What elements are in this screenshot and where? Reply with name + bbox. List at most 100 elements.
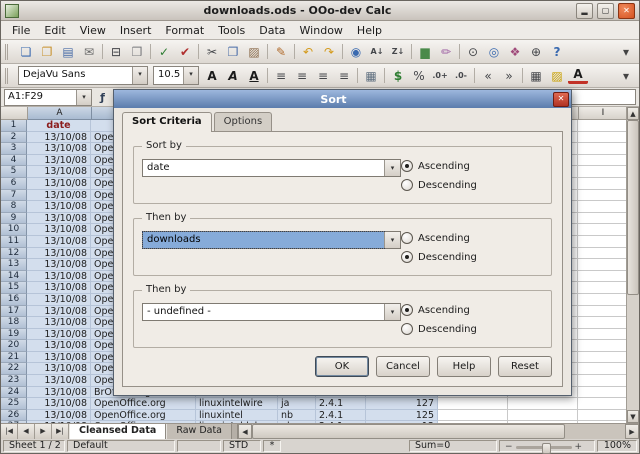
dialog-title-bar[interactable]: Sort ✕	[114, 90, 571, 108]
sheet-tab[interactable]: Cleansed Data	[69, 424, 166, 439]
toolbar-overflow-icon[interactable]: ▾	[616, 67, 636, 85]
email-icon[interactable]: ✉	[79, 43, 99, 61]
background-color-icon[interactable]: ▨	[547, 67, 567, 85]
cell[interactable]: 13/10/08	[27, 201, 91, 213]
cell[interactable]: linuxinteldeb	[196, 421, 278, 423]
row-header[interactable]: 15	[1, 282, 27, 294]
font-name-combobox[interactable]: DejaVu Sans ▾	[18, 66, 148, 85]
row-header[interactable]: 20	[1, 340, 27, 352]
dialog-button[interactable]: Help	[437, 356, 491, 377]
row-header[interactable]: 17	[1, 306, 27, 318]
function-wizard-icon[interactable]: ƒ	[94, 90, 111, 105]
menu-item[interactable]: Help	[350, 23, 389, 38]
merge-cells-icon[interactable]: ▦	[361, 67, 381, 85]
cell[interactable]	[578, 352, 626, 364]
add-decimal-icon[interactable]: .0+	[430, 67, 450, 85]
cell[interactable]	[578, 224, 626, 236]
ascending-label[interactable]: Ascending	[418, 161, 470, 172]
page-style[interactable]: Default	[67, 440, 175, 452]
cell[interactable]: 13/10/08	[27, 143, 91, 155]
cell[interactable]	[578, 155, 626, 167]
cell[interactable]	[578, 363, 626, 375]
save-icon[interactable]: ▤	[58, 43, 78, 61]
percent-format-icon[interactable]: %	[409, 67, 429, 85]
cell[interactable]: 2.4.1	[316, 410, 366, 422]
descending-radio[interactable]: Descending	[401, 251, 543, 263]
cell[interactable]	[578, 178, 626, 190]
row-header[interactable]: 9	[1, 213, 27, 225]
cell[interactable]	[578, 340, 626, 352]
cell[interactable]	[508, 398, 578, 410]
scrollbar-thumb[interactable]	[627, 120, 639, 295]
row-header[interactable]: 21	[1, 352, 27, 364]
scroll-left-icon[interactable]: ◀	[238, 424, 252, 439]
cell[interactable]: nl	[278, 421, 316, 423]
chevron-down-icon[interactable]: ▾	[384, 160, 400, 176]
cell[interactable]: OpenOffice.org	[91, 398, 196, 410]
row-header[interactable]: 1	[1, 120, 27, 132]
name-box[interactable]: A1:F29 ▾	[4, 89, 92, 106]
font-color-icon[interactable]: A	[568, 67, 588, 84]
close-button[interactable]: ✕	[618, 3, 635, 19]
cell[interactable]: 125	[366, 410, 438, 422]
cell[interactable]	[578, 329, 626, 341]
toolbar-grip[interactable]	[5, 68, 11, 84]
cell[interactable]: linuxintel	[196, 410, 278, 422]
cell[interactable]	[578, 143, 626, 155]
radio-icon[interactable]	[401, 251, 413, 263]
underline-icon[interactable]: A	[244, 67, 264, 85]
cell[interactable]	[438, 398, 508, 410]
cell[interactable]: 13/10/08	[27, 282, 91, 294]
last-sheet-icon[interactable]: ▶|	[52, 424, 69, 439]
column-header[interactable]: A	[28, 107, 92, 120]
cut-icon[interactable]: ✂	[202, 43, 222, 61]
dialog-tab[interactable]: Sort Criteria	[122, 112, 212, 132]
cell[interactable]: 13/10/08	[27, 421, 91, 423]
cell[interactable]: 13/10/08	[27, 248, 91, 260]
descending-label[interactable]: Descending	[418, 180, 477, 191]
dialog-close-icon[interactable]: ✕	[553, 92, 569, 107]
cell[interactable]	[578, 271, 626, 283]
cell[interactable]: 13/10/08	[27, 271, 91, 283]
cell[interactable]: 13/10/08	[27, 387, 91, 399]
minimize-button[interactable]: ▂	[576, 3, 593, 19]
cell[interactable]	[438, 410, 508, 422]
hyperlink-icon[interactable]: ◉	[346, 43, 366, 61]
copy-icon[interactable]: ❐	[223, 43, 243, 61]
cell[interactable]: 2.4.1	[316, 421, 366, 423]
sum-display[interactable]: Sum=0	[409, 440, 497, 452]
cell[interactable]: 13/10/08	[27, 363, 91, 375]
row-header[interactable]: 7	[1, 190, 27, 202]
navigator-icon[interactable]: ◎	[484, 43, 504, 61]
zoom-out-icon[interactable]: −	[505, 442, 513, 452]
row-header[interactable]: 18	[1, 317, 27, 329]
row-header[interactable]: 11	[1, 236, 27, 248]
cell[interactable]: 13/10/08	[27, 398, 91, 410]
cell[interactable]	[578, 190, 626, 202]
radio-icon[interactable]	[401, 160, 413, 172]
row-header[interactable]: 16	[1, 294, 27, 306]
menu-item[interactable]: Format	[158, 23, 211, 38]
cell[interactable]: 13/10/08	[27, 317, 91, 329]
decrease-indent-icon[interactable]: «	[478, 67, 498, 85]
menu-item[interactable]: View	[73, 23, 113, 38]
row-header[interactable]: 3	[1, 143, 27, 155]
first-sheet-icon[interactable]: |◀	[1, 424, 18, 439]
menu-item[interactable]: Tools	[211, 23, 252, 38]
paste-icon[interactable]: ▨	[244, 43, 264, 61]
format-paintbrush-icon[interactable]: ✎	[271, 43, 291, 61]
chevron-down-icon[interactable]: ▾	[384, 232, 400, 248]
help-icon[interactable]: ?	[547, 43, 567, 61]
cell[interactable]	[578, 166, 626, 178]
find-replace-icon[interactable]: ⊙	[463, 43, 483, 61]
zoom-in-icon[interactable]: +	[575, 442, 583, 452]
cell[interactable]: OpenOffice.org	[91, 421, 196, 423]
italic-icon[interactable]: A	[223, 67, 243, 85]
chevron-down-icon[interactable]: ▾	[384, 304, 400, 320]
cell[interactable]: OpenOffice.org	[91, 410, 196, 422]
radio-icon[interactable]	[401, 179, 413, 191]
cell[interactable]	[578, 132, 626, 144]
menu-item[interactable]: File	[5, 23, 37, 38]
cell[interactable]: 2.4.1	[316, 398, 366, 410]
previous-sheet-icon[interactable]: ◀	[18, 424, 35, 439]
